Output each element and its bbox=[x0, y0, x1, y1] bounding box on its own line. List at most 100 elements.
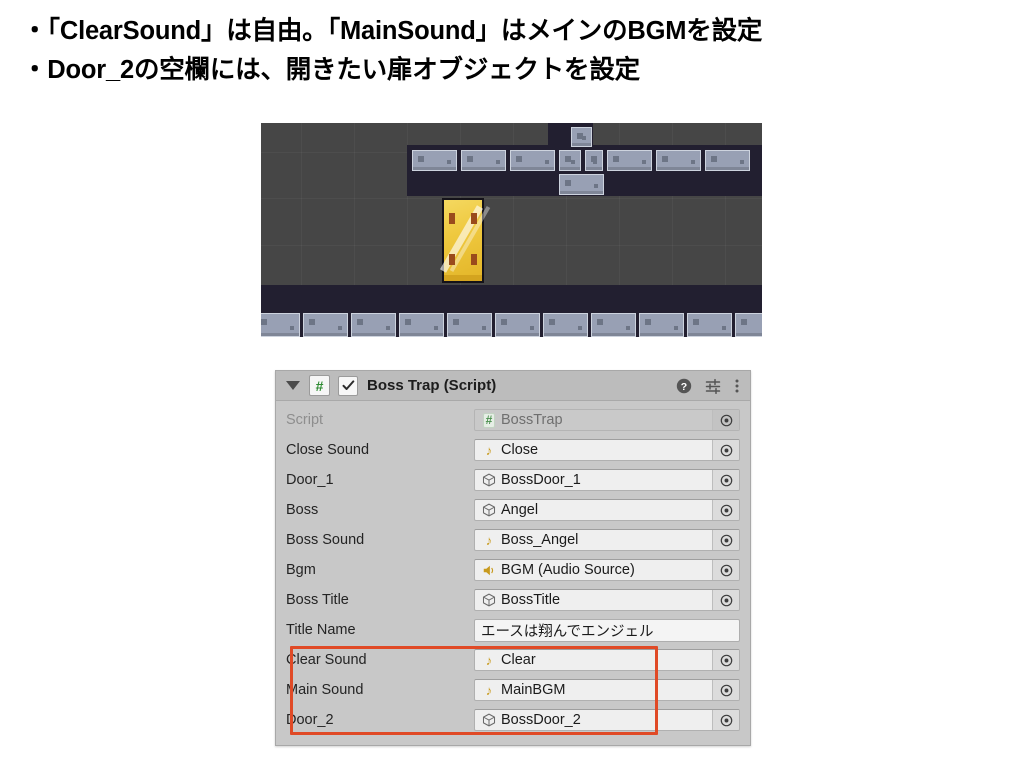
object-picker-button[interactable] bbox=[712, 410, 739, 430]
game-scene-screenshot bbox=[261, 123, 762, 337]
brick-tile bbox=[559, 174, 604, 195]
brick-tile bbox=[735, 313, 762, 337]
brick-tile bbox=[412, 150, 457, 171]
audio-clip-icon: ♪ bbox=[485, 652, 493, 668]
svg-text:?: ? bbox=[681, 381, 687, 393]
brick-tile bbox=[447, 313, 492, 337]
brick-tile bbox=[591, 313, 636, 337]
brick-tile bbox=[461, 150, 506, 171]
component-enabled-checkbox[interactable] bbox=[338, 375, 358, 396]
property-label: Boss bbox=[286, 502, 319, 518]
property-object-value: MainBGM bbox=[501, 682, 566, 698]
brick-tile bbox=[639, 313, 684, 337]
property-row: Bgm BGM (Audio Source) bbox=[286, 555, 740, 585]
object-picker-button[interactable] bbox=[712, 680, 739, 700]
component-header[interactable]: # Boss Trap (Script) ? bbox=[276, 371, 750, 401]
brick-tile bbox=[656, 150, 701, 171]
property-object-value: BossDoor_2 bbox=[501, 712, 581, 728]
property-object-field[interactable]: BossDoor_2 bbox=[474, 709, 740, 731]
property-object-field[interactable]: ♪ Clear bbox=[474, 649, 740, 671]
property-label: Boss Sound bbox=[286, 532, 365, 548]
audio-clip-icon: ♪ bbox=[485, 682, 493, 698]
property-object-value: Clear bbox=[501, 652, 536, 668]
property-row: Clear Sound ♪ Clear bbox=[286, 645, 740, 675]
scene-grid-line bbox=[261, 245, 762, 246]
object-picker-button[interactable] bbox=[712, 590, 739, 610]
property-object-value: BossTrap bbox=[501, 412, 563, 428]
component-title: Boss Trap (Script) bbox=[367, 377, 497, 394]
brick-tile bbox=[351, 313, 396, 337]
property-object-field[interactable]: BGM (Audio Source) bbox=[474, 559, 740, 581]
property-label: Script bbox=[286, 412, 324, 428]
game-object-icon bbox=[480, 593, 498, 607]
preset-icon[interactable] bbox=[705, 378, 721, 394]
property-object-value: BossTitle bbox=[501, 592, 561, 608]
property-row: Boss Title BossTitle bbox=[286, 585, 740, 615]
property-label: Door_2 bbox=[286, 712, 334, 728]
brick-tile bbox=[543, 313, 588, 337]
brick-tile bbox=[303, 313, 348, 337]
header-icon-group: ? bbox=[676, 378, 742, 394]
game-object-icon bbox=[480, 713, 498, 727]
script-icon: # bbox=[480, 412, 498, 428]
audio-clip-icon: ♪ bbox=[485, 532, 493, 548]
property-object-value: BossDoor_1 bbox=[501, 472, 581, 488]
brick-tile bbox=[585, 150, 603, 171]
property-row: Script # BossTrap bbox=[286, 405, 740, 435]
property-row: Close Sound ♪ Close bbox=[286, 435, 740, 465]
brick-tile bbox=[559, 150, 581, 171]
brick-tile bbox=[399, 313, 444, 337]
property-object-field[interactable]: Angel bbox=[474, 499, 740, 521]
property-object-field[interactable]: # BossTrap bbox=[474, 409, 740, 431]
property-object-field[interactable]: BossDoor_1 bbox=[474, 469, 740, 491]
property-object-value: Boss_Angel bbox=[501, 532, 579, 548]
brick-tile bbox=[571, 127, 592, 147]
property-text-input[interactable]: エースは翔んでエンジェル bbox=[474, 618, 740, 642]
door-stud bbox=[471, 213, 477, 224]
chevron-down-icon[interactable] bbox=[286, 381, 300, 390]
property-label: Bgm bbox=[286, 562, 316, 578]
property-row: Boss Angel bbox=[286, 495, 740, 525]
brick-tile bbox=[510, 150, 555, 171]
scene-grid-line bbox=[261, 198, 762, 199]
property-row: Door_1 BossDoor_1 bbox=[286, 465, 740, 495]
property-object-value: BGM (Audio Source) bbox=[501, 562, 635, 578]
help-icon[interactable]: ? bbox=[676, 378, 692, 394]
object-picker-button[interactable] bbox=[712, 650, 739, 670]
property-row: Title Name エースは翔んでエンジェル bbox=[286, 615, 740, 645]
brick-tile bbox=[495, 313, 540, 337]
audio-clip-icon: ♪ bbox=[485, 442, 493, 458]
property-label: Clear Sound bbox=[286, 652, 367, 668]
object-picker-button[interactable] bbox=[712, 500, 739, 520]
script-icon: # bbox=[309, 375, 330, 396]
object-picker-button[interactable] bbox=[712, 470, 739, 490]
property-object-field[interactable]: ♪ MainBGM bbox=[474, 679, 740, 701]
audio-source-icon bbox=[480, 564, 498, 577]
property-object-value: Angel bbox=[501, 502, 539, 518]
property-object-field[interactable]: BossTitle bbox=[474, 589, 740, 611]
brick-tile bbox=[261, 313, 300, 337]
property-label: Door_1 bbox=[286, 472, 334, 488]
inspector-panel: # Boss Trap (Script) ? Script # BossTrap… bbox=[275, 370, 751, 746]
property-label: Close Sound bbox=[286, 442, 370, 458]
object-picker-button[interactable] bbox=[712, 710, 739, 730]
property-label: Title Name bbox=[286, 622, 356, 638]
kebab-menu-icon[interactable] bbox=[734, 378, 740, 394]
note-block: ・「ClearSound」は自由。「MainSound」はメインのBGMを設定 … bbox=[22, 12, 1012, 90]
object-picker-button[interactable] bbox=[712, 530, 739, 550]
note-line-1: ・「ClearSound」は自由。「MainSound」はメインのBGMを設定 bbox=[22, 17, 763, 45]
object-picker-button[interactable] bbox=[712, 560, 739, 580]
boss-door-sprite bbox=[439, 198, 491, 283]
property-object-field[interactable]: ♪ Close bbox=[474, 439, 740, 461]
game-object-icon bbox=[480, 503, 498, 517]
property-row: Door_2 BossDoor_2 bbox=[286, 705, 740, 735]
brick-tile bbox=[705, 150, 750, 171]
property-row: Main Sound ♪ MainBGM bbox=[286, 675, 740, 705]
property-label: Main Sound bbox=[286, 682, 364, 698]
property-rows: Script # BossTrap Close Sound ♪ Close Door_1 Bo… bbox=[276, 401, 750, 735]
object-picker-button[interactable] bbox=[712, 440, 739, 460]
door-stud bbox=[449, 254, 455, 265]
brick-tile bbox=[607, 150, 652, 171]
property-row: Boss Sound ♪ Boss_Angel bbox=[286, 525, 740, 555]
property-object-field[interactable]: ♪ Boss_Angel bbox=[474, 529, 740, 551]
